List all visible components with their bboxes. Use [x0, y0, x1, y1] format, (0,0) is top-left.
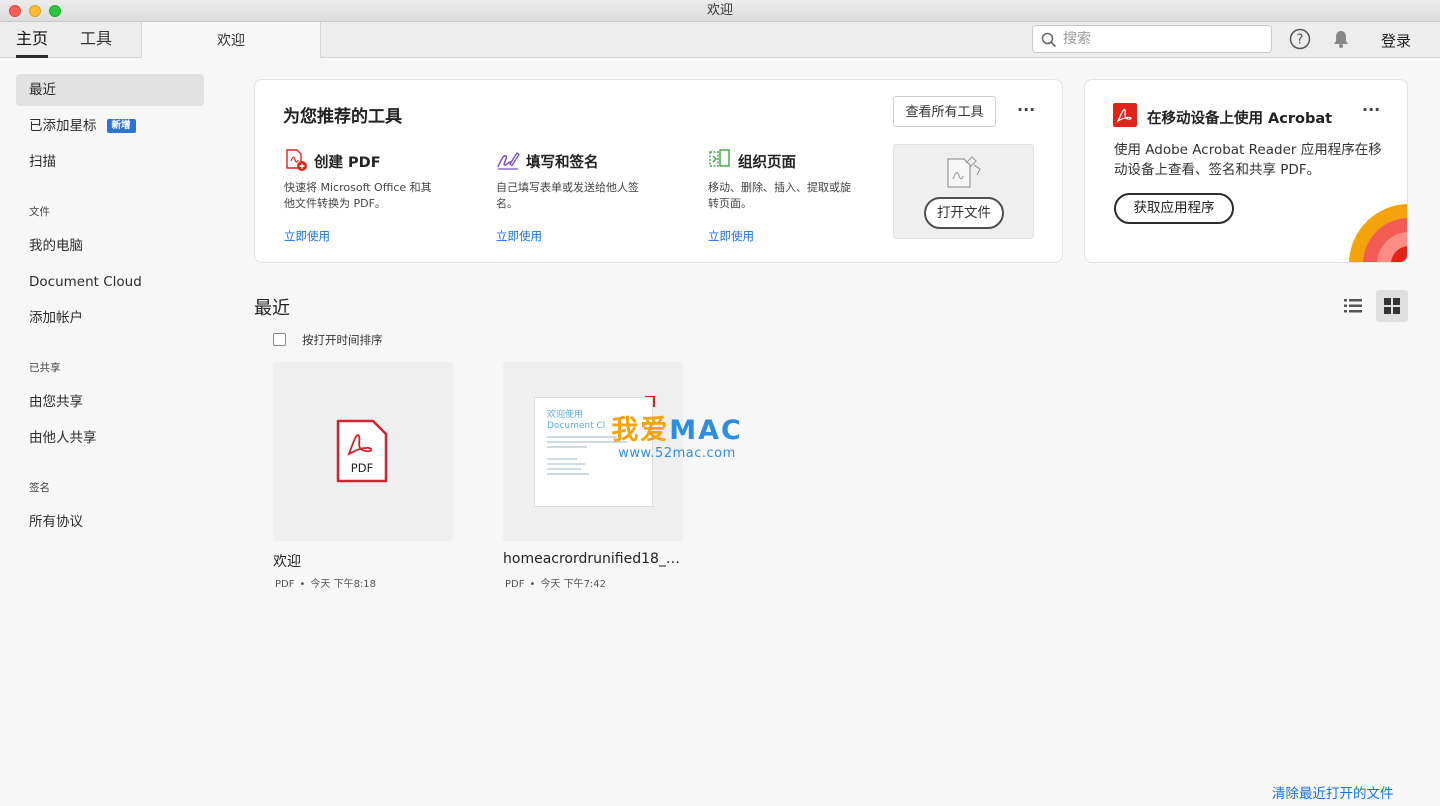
close-window-button[interactable]: [9, 5, 21, 17]
help-icon[interactable]: ?: [1289, 28, 1311, 50]
tool-name: 填写和签名: [526, 155, 599, 171]
sidebar-item-starred-label: 已添加星标: [29, 118, 97, 134]
file-type: PDF: [275, 579, 295, 590]
search-input[interactable]: [1063, 29, 1263, 49]
file-time: 今天 下午7:42: [540, 579, 607, 590]
preview-text-line: [547, 458, 577, 460]
new-badge: 新增: [106, 119, 136, 133]
organize-pages-use-now-link[interactable]: 立即使用: [708, 228, 754, 244]
see-all-tools-button[interactable]: 查看所有工具: [893, 96, 996, 127]
maximize-window-button[interactable]: [49, 5, 61, 17]
meta-separator: •: [299, 579, 306, 590]
watermark-text-mac: MAC: [669, 415, 743, 446]
watermark-url: www.52mac.com: [618, 446, 736, 461]
search-box: [1032, 25, 1272, 53]
window-title: 欢迎: [706, 3, 733, 18]
mobile-card-more-button[interactable]: ···: [1362, 100, 1380, 119]
open-file-button[interactable]: 打开文件: [924, 197, 1004, 229]
decorative-arc-graphic: [1349, 204, 1407, 262]
file-type: PDF: [505, 579, 525, 590]
file-meta: PDF • 今天 下午7:42: [505, 575, 606, 590]
sort-by-open-time-label: 按打开时间排序: [302, 333, 383, 347]
mobile-acrobat-card: 在移动设备上使用 Acrobat ··· 使用 Adobe Acrobat Re…: [1084, 79, 1408, 263]
get-app-button[interactable]: 获取应用程序: [1114, 193, 1234, 224]
file-time: 今天 下午8:18: [310, 579, 377, 590]
recommended-tools-card: 为您推荐的工具 查看所有工具 ··· 创建 PDF 快速将 Microsoft …: [254, 79, 1063, 263]
grid-view-icon: [1384, 298, 1400, 314]
pdf-file-icon: PDF: [336, 419, 388, 483]
watermark-logo-text: 我爱MAC: [607, 415, 747, 447]
mobile-card-description: 使用 Adobe Acrobat Reader 应用程序在移动设备上查看、签名和…: [1114, 142, 1382, 178]
clear-recent-files-link[interactable]: 清除最近打开的文件: [1272, 782, 1394, 802]
tools-card-title: 为您推荐的工具: [283, 107, 402, 127]
preview-title-line1: 欢迎使用: [547, 410, 584, 420]
search-icon: [1041, 32, 1057, 48]
sidebar-item-recent[interactable]: 最近: [16, 74, 204, 106]
preview-text-line: [547, 446, 587, 448]
sidebar: 最近 已添加星标 新增 扫描 文件 我的电脑 Document Cloud 添加帐…: [0, 58, 222, 806]
file-thumbnail[interactable]: PDF: [273, 362, 453, 541]
organize-pages-icon: [709, 149, 730, 167]
tab-tools[interactable]: 工具: [80, 22, 112, 58]
sidebar-item-starred[interactable]: 已添加星标 新增: [16, 110, 204, 142]
sidebar-heading-sign: 签名: [29, 482, 50, 494]
tools-card-more-button[interactable]: ···: [1017, 100, 1035, 119]
preview-text-line: [547, 473, 589, 475]
tool-name: 组织页面: [738, 155, 796, 171]
top-nav: 主页 工具 欢迎 ? 登录: [0, 22, 1440, 58]
tool-name: 创建 PDF: [314, 155, 381, 171]
create-pdf-icon: [286, 149, 307, 171]
open-file-document-icon: [947, 156, 981, 188]
file-name[interactable]: homeacrordrunified18_20...: [503, 551, 683, 567]
tab-document-welcome[interactable]: 欢迎: [141, 22, 321, 58]
sidebar-heading-files: 文件: [29, 206, 50, 218]
open-file-area[interactable]: 打开文件: [893, 144, 1034, 239]
fill-sign-icon: [497, 152, 520, 170]
sidebar-heading-shared: 已共享: [29, 362, 61, 374]
sort-by-open-time-checkbox[interactable]: [273, 333, 286, 346]
list-view-icon[interactable]: [1339, 292, 1367, 320]
recent-section-title: 最近: [254, 298, 290, 319]
sidebar-item-scan[interactable]: 扫描: [16, 146, 204, 178]
meta-separator: •: [529, 579, 536, 590]
sidebar-item-document-cloud[interactable]: Document Cloud: [16, 266, 204, 298]
file-name[interactable]: 欢迎: [273, 551, 453, 571]
preview-text-line: [547, 468, 581, 470]
sidebar-item-my-computer[interactable]: 我的电脑: [16, 230, 204, 262]
tab-home[interactable]: 主页: [16, 22, 49, 58]
fill-sign-use-now-link[interactable]: 立即使用: [496, 228, 542, 244]
create-pdf-use-now-link[interactable]: 立即使用: [284, 228, 330, 244]
notification-bell-icon[interactable]: [1331, 29, 1351, 49]
sidebar-item-all-agreements[interactable]: 所有协议: [16, 506, 204, 538]
site-watermark: 我爱MAC www.52mac.com: [607, 415, 747, 463]
file-meta: PDF • 今天 下午8:18: [275, 575, 376, 590]
sidebar-item-add-account[interactable]: 添加帐户: [16, 302, 204, 334]
svg-text:?: ?: [1297, 33, 1304, 48]
mobile-card-title: 在移动设备上使用 Acrobat: [1147, 111, 1333, 127]
preview-text-line: [547, 463, 585, 465]
sidebar-item-shared-by-you[interactable]: 由您共享: [16, 386, 204, 418]
preview-title-line2: Document Cl: [547, 421, 606, 431]
tool-description: 自己填写表单或发送给他人签名。: [496, 181, 639, 210]
title-bar: 欢迎: [0, 0, 1440, 22]
watermark-text-cn: 我爱: [611, 415, 670, 446]
tool-description: 快速将 Microsoft Office 和其他文件转换为 PDF。: [284, 181, 432, 210]
preview-title: 欢迎使用 Document Cl: [547, 410, 605, 432]
grid-view-button[interactable]: [1376, 290, 1408, 322]
tool-description: 移动、删除、插入、提取或旋转页面。: [708, 181, 851, 210]
sidebar-item-shared-by-others[interactable]: 由他人共享: [16, 422, 204, 454]
login-button[interactable]: 登录: [1381, 22, 1411, 60]
acrobat-logo-icon: [1113, 103, 1137, 127]
pdf-thumb-label: PDF: [351, 461, 373, 475]
minimize-window-button[interactable]: [29, 5, 41, 17]
